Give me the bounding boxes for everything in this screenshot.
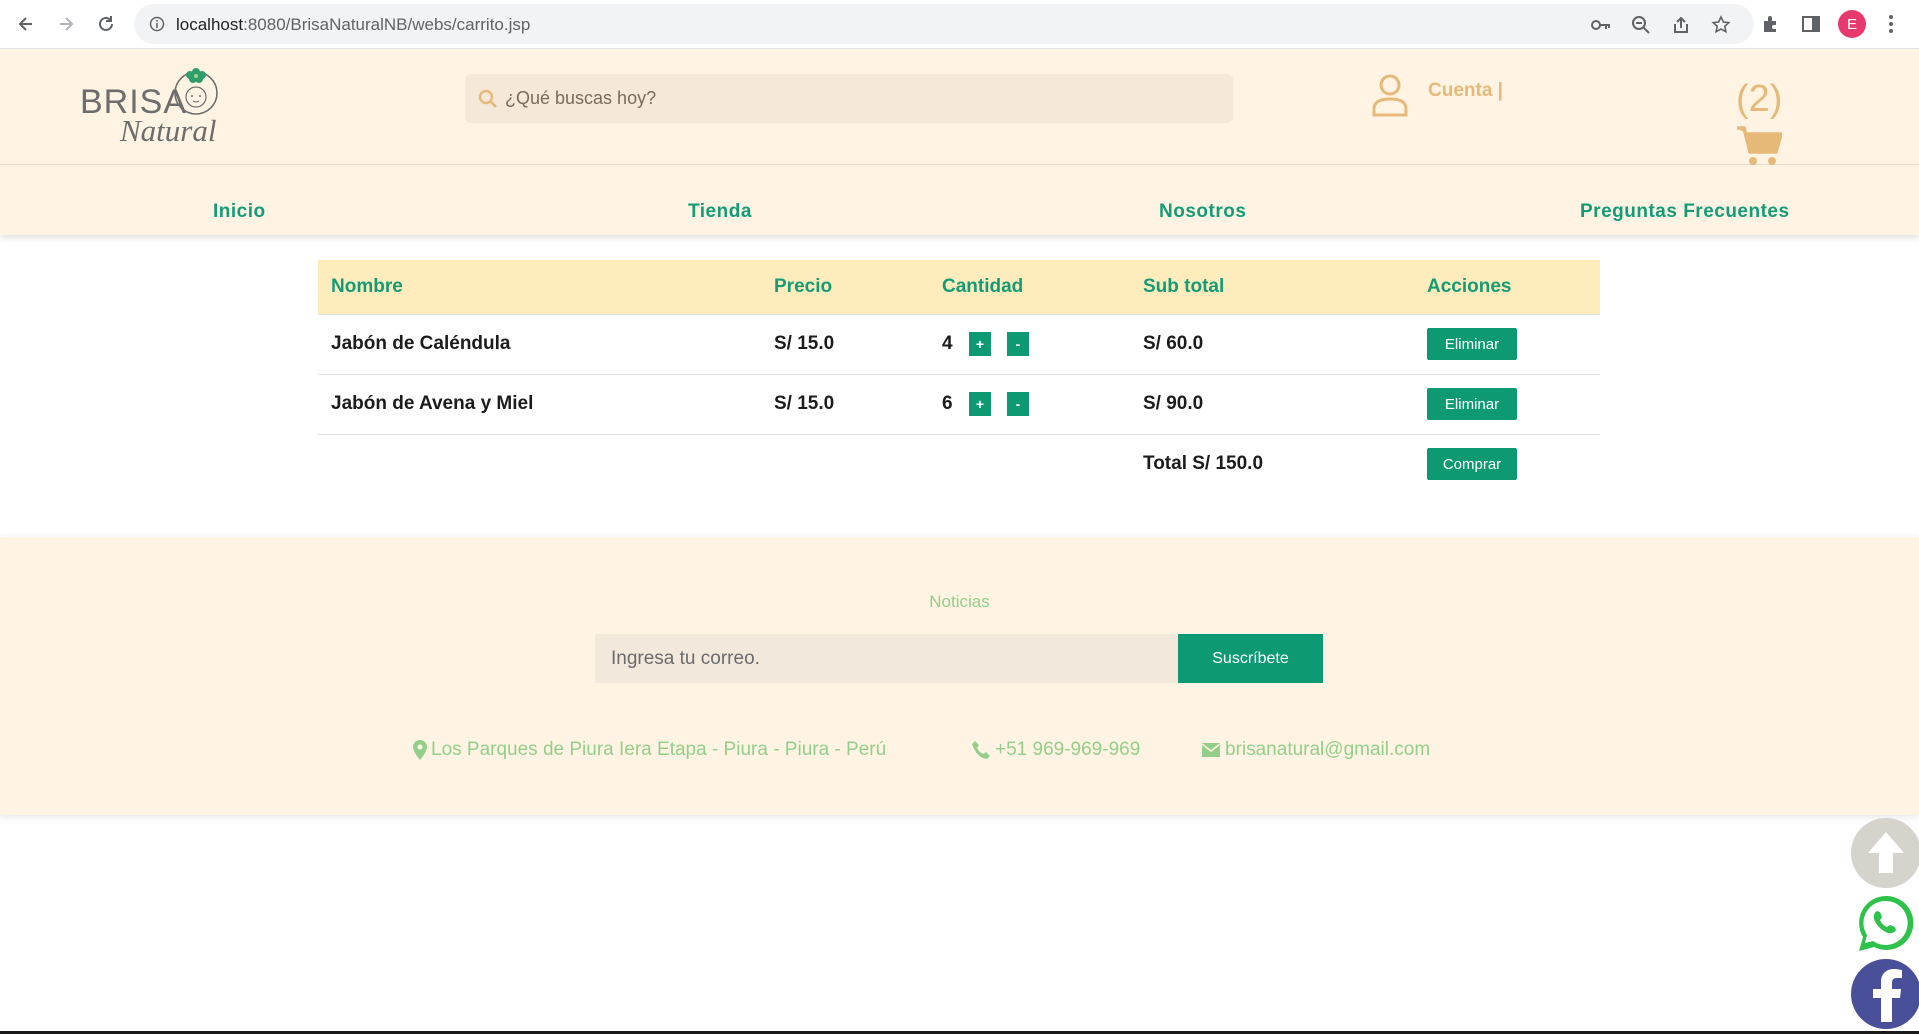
empty-cell [761,433,929,494]
search-box[interactable] [465,74,1233,123]
nav-item-tienda[interactable]: Tienda [688,201,752,223]
logo-emblem-icon [174,68,218,115]
column-header-subtotal: Sub total [1130,260,1414,314]
zoom-icon[interactable] [1630,14,1652,36]
newsletter-title: Noticias [929,592,990,611]
actions-cell: Eliminar [1414,373,1600,434]
facebook-icon [1873,969,1902,1022]
remove-item-button[interactable]: Eliminar [1427,328,1517,360]
arrow-left-icon [18,17,32,31]
actions-cell: Eliminar [1414,313,1600,374]
search-icon [478,89,497,108]
product-price: S/ 15.0 [761,313,929,374]
logo-word-natural: Natural [120,113,217,148]
increase-quantity-button[interactable]: + [969,392,991,416]
quantity-cell: 6 + - [929,373,1130,434]
column-header-nombre: Nombre [318,260,761,314]
cart-table: Nombre Precio Cantidad Sub total Accione… [318,260,1600,494]
search-input[interactable] [505,74,1205,123]
table-row: Jabón de Avena y Miel S/ 15.0 6 + - S/ 9… [318,373,1600,434]
site-info-icon[interactable] [148,15,166,33]
extensions-icon[interactable] [1757,10,1785,38]
arrow-up-icon [1868,832,1904,873]
forward-button[interactable] [52,10,80,38]
back-button[interactable] [12,10,40,38]
quantity-value: 4 [942,333,953,354]
decrease-quantity-button[interactable]: - [1007,332,1029,356]
reload-button[interactable] [92,10,120,38]
subscribe-button[interactable]: Suscríbete [1178,634,1323,683]
bookmark-star-icon[interactable] [1710,14,1732,36]
column-header-precio: Precio [761,260,929,314]
site-footer: Noticias Suscríbete Los Parques de Piura… [0,537,1919,815]
product-name: Jabón de Avena y Miel [318,373,761,434]
product-subtotal: S/ 60.0 [1130,313,1414,374]
browser-toolbar: localhost:8080/BrisaNaturalNB/webs/carri… [0,0,1919,49]
buy-button[interactable]: Comprar [1427,448,1517,481]
profile-avatar[interactable]: E [1838,10,1866,38]
contact-address: Los Parques de Piura Iera Etapa - Piura … [413,739,886,761]
whatsapp-icon [1859,895,1914,951]
side-panel-icon[interactable] [1797,10,1825,38]
product-name: Jabón de Caléndula [318,313,761,374]
email-text[interactable]: brisanatural@gmail.com [1225,739,1430,761]
menu-kebab-icon[interactable] [1877,10,1905,38]
share-icon[interactable] [1670,14,1692,36]
cart-total: Total S/ 150.0 [1130,433,1414,494]
empty-cell [929,433,1130,494]
buy-cell: Comprar [1414,433,1600,494]
whatsapp-button[interactable] [1851,889,1919,959]
total-row: Total S/ 150.0 Comprar [318,433,1600,494]
increase-quantity-button[interactable]: + [969,332,991,356]
site-header: BRISA Natural Cuenta | (2) [0,49,1919,165]
facebook-button[interactable] [1851,959,1919,1029]
product-price: S/ 15.0 [761,373,929,434]
account-link[interactable]: Cuenta | [1428,80,1503,102]
nav-item-nosotros[interactable]: Nosotros [1159,201,1246,223]
nav-item-preguntas-frecuentes[interactable]: Preguntas Frecuentes [1580,201,1790,223]
table-row: Jabón de Caléndula S/ 15.0 4 + - S/ 60.0… [318,313,1600,374]
user-icon[interactable] [1370,73,1410,117]
url-text: localhost:8080/BrisaNaturalNB/webs/carri… [176,15,530,35]
newsletter-email-input[interactable] [595,634,1178,683]
table-header-row: Nombre Precio Cantidad Sub total Accione… [318,260,1600,314]
address-text: Los Parques de Piura Iera Etapa - Piura … [431,739,887,760]
address-bar[interactable]: localhost:8080/BrisaNaturalNB/webs/carri… [134,4,1754,44]
phone-icon [972,741,990,759]
column-header-cantidad: Cantidad [929,260,1130,314]
shopping-cart-icon[interactable] [1736,125,1782,167]
arrow-right-icon [60,17,74,31]
phone-text: +51 969-969-969 [995,739,1141,760]
url-path: :8080/BrisaNaturalNB/webs/carrito.jsp [243,15,531,34]
remove-item-button[interactable]: Eliminar [1427,388,1517,420]
reload-icon [99,16,113,31]
nav-item-inicio[interactable]: Inicio [213,201,266,223]
main-navigation: Inicio Tienda Nosotros Preguntas Frecuen… [0,165,1919,235]
url-host: localhost [176,15,244,34]
map-pin-icon [413,740,427,760]
brand-logo[interactable]: BRISA Natural [80,63,230,153]
decrease-quantity-button[interactable]: - [1007,392,1029,416]
quantity-value: 6 [942,393,953,414]
key-icon[interactable] [1590,14,1612,36]
empty-cell [318,433,761,494]
product-subtotal: S/ 90.0 [1130,373,1414,434]
envelope-icon [1201,743,1221,757]
contact-email: brisanatural@gmail.com [1201,739,1430,761]
contact-phone: +51 969-969-969 [971,739,1140,761]
quantity-cell: 4 + - [929,313,1130,374]
column-header-acciones: Acciones [1414,260,1600,314]
cart-count[interactable]: (2) [1736,78,1782,121]
scroll-to-top-button[interactable] [1851,818,1919,888]
